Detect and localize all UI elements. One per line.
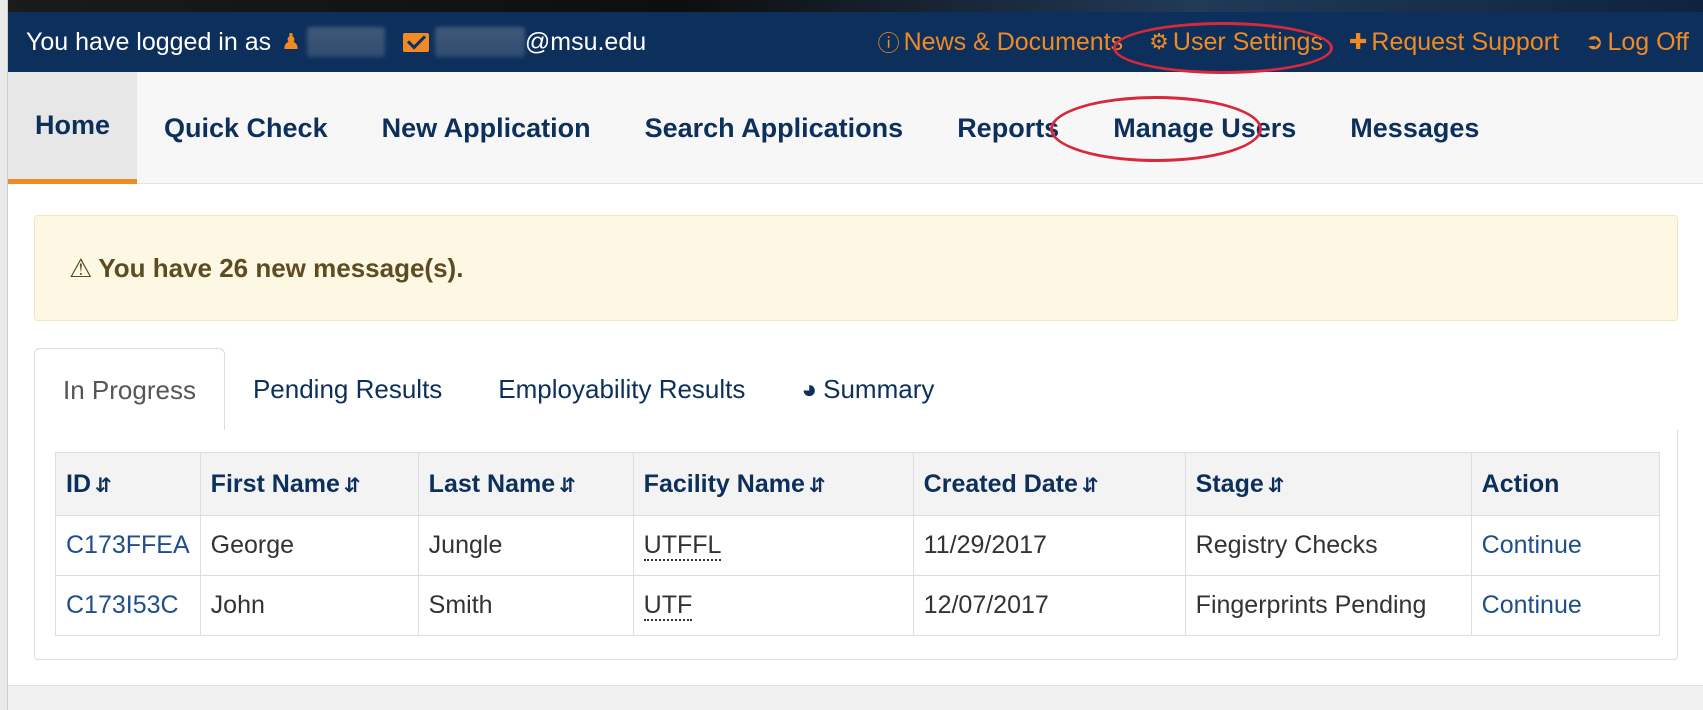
redacted-username bbox=[306, 27, 385, 57]
column-header-last-name[interactable]: Last Name ⇵ bbox=[417, 452, 634, 516]
column-header-facility-name[interactable]: Facility Name ⇵ bbox=[632, 452, 914, 516]
login-info: You have logged in as ♟ @msu.edu bbox=[8, 27, 646, 57]
user-icon: ♟ bbox=[281, 29, 301, 54]
sort-icon: ⇵ bbox=[1081, 474, 1099, 497]
main-nav: Home Quick Check New Application Search … bbox=[8, 72, 1703, 184]
cell-first-name: George bbox=[199, 515, 419, 576]
alert-text: You have 26 new message(s). bbox=[98, 252, 464, 283]
sort-icon: ⇵ bbox=[808, 474, 826, 497]
info-circle-icon: ⓘ bbox=[877, 31, 900, 56]
in-progress-panel: ID ⇵ First Name ⇵ Last Name ⇵ Facility Name… bbox=[34, 430, 1678, 660]
manage-users-highlight-circle bbox=[1050, 96, 1262, 162]
tab-employability-results[interactable]: Employability Results bbox=[470, 348, 773, 431]
facility-abbr: UTF bbox=[643, 591, 693, 621]
column-label: Facility Name bbox=[643, 469, 805, 498]
column-header-id[interactable]: ID ⇵ bbox=[55, 452, 201, 516]
tab-summary-label: Summary bbox=[823, 374, 935, 404]
log-off-label: Log Off bbox=[1607, 27, 1689, 56]
message-alert: ⚠ You have 26 new message(s). bbox=[34, 215, 1678, 321]
column-label: ID bbox=[66, 469, 91, 498]
news-documents-link[interactable]: ⓘ News & Documents bbox=[878, 26, 1124, 58]
cell-created-date: 12/07/2017 bbox=[912, 575, 1186, 636]
cell-created-date: 11/29/2017 bbox=[912, 515, 1186, 576]
facility-abbr: UTFFL bbox=[643, 531, 722, 561]
redacted-email bbox=[434, 27, 525, 57]
tab-pending-results[interactable]: Pending Results bbox=[225, 348, 470, 431]
table-row: C173I53C John Smith UTF 12/07/2017 Finge… bbox=[55, 575, 1661, 636]
envelope-icon bbox=[402, 32, 429, 52]
cell-facility-name: UTFFL bbox=[632, 515, 914, 576]
nav-new-application[interactable]: New Application bbox=[355, 72, 618, 184]
request-support-label: Request Support bbox=[1371, 27, 1560, 56]
applications-table: ID ⇵ First Name ⇵ Last Name ⇵ Facility Name… bbox=[55, 452, 1661, 636]
warning-icon: ⚠ bbox=[69, 252, 93, 283]
nav-quick-check[interactable]: Quick Check bbox=[137, 72, 355, 184]
column-header-first-name[interactable]: First Name ⇵ bbox=[199, 452, 419, 516]
news-documents-label: News & Documents bbox=[903, 27, 1124, 56]
cell-facility-name: UTF bbox=[632, 575, 914, 636]
tab-summary[interactable]: ◕ Summary bbox=[773, 348, 962, 431]
column-label: Created Date bbox=[923, 469, 1078, 498]
column-label: Stage bbox=[1195, 469, 1264, 498]
login-prefix: You have logged in as bbox=[26, 27, 272, 56]
nav-search-applications[interactable]: Search Applications bbox=[618, 72, 931, 184]
table-header-row: ID ⇵ First Name ⇵ Last Name ⇵ Facility Name… bbox=[55, 452, 1661, 516]
column-header-created-date[interactable]: Created Date ⇵ bbox=[912, 452, 1186, 516]
column-label: Last Name bbox=[428, 469, 556, 498]
sort-icon: ⇵ bbox=[343, 474, 361, 497]
cell-last-name: Smith bbox=[417, 575, 634, 636]
results-tabs: In Progress Pending Results Employabilit… bbox=[34, 348, 962, 431]
cell-last-name: Jungle bbox=[417, 515, 634, 576]
nav-home[interactable]: Home bbox=[8, 72, 138, 184]
sign-out-icon: ➲ bbox=[1585, 29, 1604, 54]
log-off-link[interactable]: ➲ Log Off bbox=[1585, 28, 1689, 57]
continue-link[interactable]: Continue bbox=[1470, 575, 1661, 636]
window-left-edge bbox=[0, 0, 8, 710]
page-footer bbox=[8, 685, 1703, 710]
window-top-strip bbox=[0, 0, 1703, 12]
cell-id[interactable]: C173FFEA bbox=[55, 515, 201, 576]
sort-icon: ⇵ bbox=[1267, 474, 1285, 497]
cell-id[interactable]: C173I53C bbox=[55, 575, 201, 636]
sort-icon: ⇵ bbox=[559, 474, 576, 497]
cell-first-name: John bbox=[199, 575, 419, 636]
continue-link[interactable]: Continue bbox=[1470, 515, 1661, 576]
column-header-stage[interactable]: Stage ⇵ bbox=[1184, 452, 1472, 516]
nav-messages[interactable]: Messages bbox=[1323, 72, 1506, 184]
column-label: First Name bbox=[210, 469, 340, 498]
tab-in-progress[interactable]: In Progress bbox=[34, 348, 225, 431]
sort-icon: ⇵ bbox=[95, 474, 112, 497]
cell-stage: Fingerprints Pending bbox=[1184, 575, 1472, 636]
top-bar: You have logged in as ♟ @msu.edu ⓘ News … bbox=[8, 12, 1703, 72]
table-row: C173FFEA George Jungle UTFFL 11/29/2017 … bbox=[55, 515, 1661, 576]
column-header-action: Action bbox=[1470, 452, 1661, 516]
puzzle-icon: ✚ bbox=[1348, 29, 1368, 54]
pie-chart-icon: ◕ bbox=[801, 374, 818, 404]
user-settings-highlight-circle bbox=[1113, 22, 1333, 74]
email-domain: @msu.edu bbox=[524, 27, 647, 56]
request-support-link[interactable]: ✚ Request Support bbox=[1349, 28, 1559, 57]
cell-stage: Registry Checks bbox=[1184, 515, 1472, 576]
